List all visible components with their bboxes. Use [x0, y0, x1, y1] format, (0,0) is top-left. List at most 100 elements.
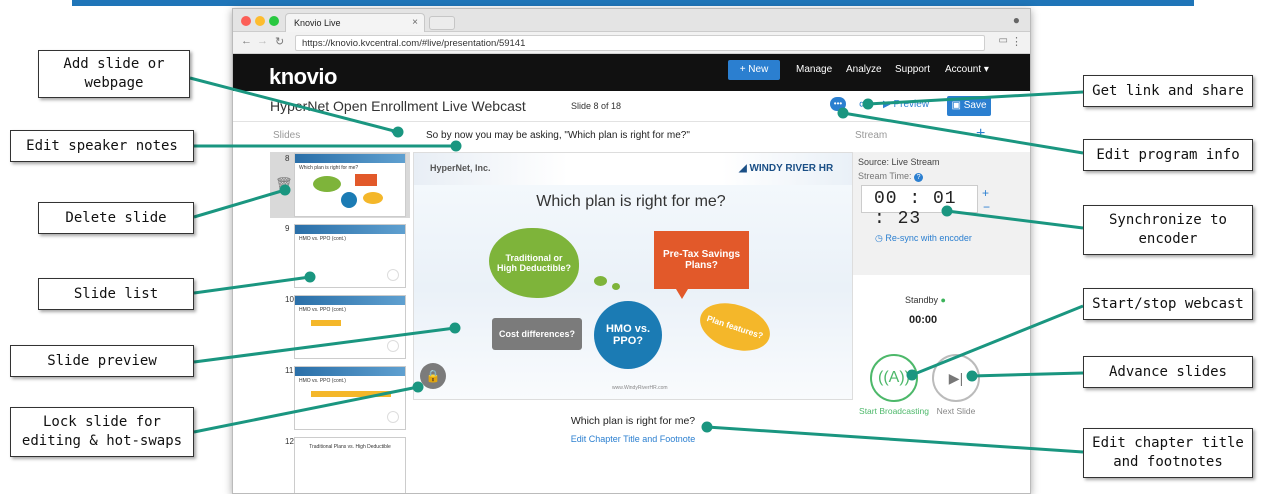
speaker-notes[interactable]: So by now you may be asking, "Which plan…: [426, 130, 690, 141]
thumb-header-bar: [295, 296, 405, 305]
browser-tab[interactable]: Knovio Live ×: [285, 13, 425, 32]
callout-add-slide: Add slide or webpage: [38, 50, 190, 98]
slide-thumb[interactable]: HMO vs. PPO (cont.): [294, 224, 406, 288]
thumb-highlight: [311, 320, 341, 326]
thumb-title: HMO vs. PPO (cont.): [299, 307, 346, 313]
link-icon[interactable]: ∞: [859, 96, 868, 111]
time-label-text: Stream Time:: [858, 171, 912, 181]
save-label: Save: [963, 100, 987, 111]
thumb-header-bar: [295, 367, 405, 376]
slide-list[interactable]: 🗑 8 Which plan is right for me? 9 HMO vs…: [270, 152, 410, 493]
thumb-number: 8: [285, 154, 290, 163]
new-button[interactable]: + New: [728, 60, 780, 80]
browser-window: Knovio Live × ● ← → ↻ https://knovio.kvc…: [232, 8, 1031, 494]
knovio-logo[interactable]: knovio: [269, 64, 337, 90]
slide-preview[interactable]: HyperNet, Inc. ◢ WINDY RIVER HR Which pl…: [413, 152, 853, 400]
cast-icon[interactable]: ▭: [999, 35, 1008, 46]
minimize-window-icon[interactable]: [255, 16, 265, 26]
zoom-window-icon[interactable]: [269, 16, 279, 26]
resync-link[interactable]: ◷ Re-sync with encoder: [875, 233, 972, 244]
slide-footer-url: www.WindyRiverHR.com: [612, 385, 668, 391]
thumb-circle: [387, 269, 399, 281]
thumb-number: 11: [285, 366, 294, 375]
callout-start-stop: Start/stop webcast: [1083, 288, 1253, 320]
nav-support[interactable]: Support: [895, 64, 930, 75]
standby-text: Standby: [905, 295, 939, 305]
slide-thumb[interactable]: HMO vs. PPO (cont.): [294, 295, 406, 359]
preview-button[interactable]: ▶ Preview: [883, 99, 929, 110]
brand-text: WINDY RIVER HR: [749, 163, 834, 174]
thumb-header-bar: [295, 154, 405, 163]
address-bar-row: ← → ↻ https://knovio.kvcentral.com/#live…: [233, 32, 1030, 54]
next-slide-button[interactable]: ▶|: [932, 354, 980, 402]
slide-company: HyperNet, Inc.: [430, 163, 491, 173]
browser-menu-icon[interactable]: ⋮: [1011, 35, 1022, 48]
callout-lock-slide: Lock slide for editing & hot-swaps: [10, 407, 194, 457]
next-slide-icon: ▶|: [948, 369, 964, 386]
slide-thumb[interactable]: HMO vs. PPO (cont.): [294, 366, 406, 430]
start-broadcasting-label: Start Broadcasting: [859, 406, 929, 416]
nav-account[interactable]: Account ▾: [945, 64, 989, 75]
callout-advance: Advance slides: [1083, 356, 1253, 388]
window-titlebar: Knovio Live × ●: [233, 9, 1030, 32]
url-input[interactable]: https://knovio.kvcentral.com/#live/prese…: [295, 35, 985, 51]
thumb-circle: [387, 411, 399, 423]
status-dot-icon: ●: [940, 295, 946, 305]
thumb-bubble: [341, 192, 357, 208]
url-text: https://knovio.kvcentral.com/#live/prese…: [302, 38, 526, 49]
slide-thumb[interactable]: Which plan is right for me?: [294, 153, 406, 217]
thumb-highlight: [311, 391, 391, 397]
back-icon[interactable]: ←: [241, 35, 252, 47]
chapter-title: Which plan is right for me?: [570, 415, 696, 427]
slides-label: Slides: [273, 130, 301, 141]
bubble-tail: [676, 289, 688, 299]
next-slide-label: Next Slide: [936, 406, 976, 416]
bubble-text: Cost differences?: [498, 329, 576, 339]
trash-icon[interactable]: 🗑: [275, 176, 293, 193]
lock-icon[interactable]: 🔒: [420, 363, 446, 389]
stream-label: Stream: [855, 130, 888, 141]
close-tab-icon[interactable]: ×: [412, 17, 418, 28]
annotated-screenshot: Knovio Live × ● ← → ↻ https://knovio.kvc…: [0, 0, 1266, 494]
bubble-traditional: Traditional or High Deductible?: [489, 228, 579, 298]
save-button[interactable]: ▣ Save: [947, 96, 991, 116]
edit-chapter-link[interactable]: Edit Chapter Title and Footnote: [413, 434, 853, 444]
standby-time: 00:00: [909, 314, 938, 326]
forward-icon[interactable]: →: [257, 35, 268, 47]
new-tab-button[interactable]: [429, 16, 455, 30]
stream-time-label: Stream Time: ?: [858, 171, 924, 182]
bubble-text: Traditional or High Deductible?: [497, 253, 571, 273]
callout-chapter-title: Edit chapter title and footnotes: [1083, 428, 1253, 478]
thumb-title: Traditional Plans vs. High Deductible: [309, 444, 391, 450]
thumb-bubble: [355, 174, 377, 186]
add-stream-icon[interactable]: +: [976, 125, 985, 143]
preview-label: Preview: [893, 99, 930, 110]
reload-icon[interactable]: ↻: [275, 35, 284, 48]
close-window-icon[interactable]: [241, 16, 251, 26]
stream-time-input[interactable]: 00 : 01 : 23: [861, 185, 978, 229]
thumb-title: HMO vs. PPO (cont.): [299, 236, 346, 242]
callout-slide-list: Slide list: [38, 278, 194, 310]
callout-slide-preview: Slide preview: [10, 345, 194, 377]
start-broadcasting-button[interactable]: ((A)): [870, 354, 918, 402]
callout-program-info: Edit program info: [1083, 139, 1253, 171]
profile-icon[interactable]: ●: [1013, 13, 1020, 27]
slide-thumb[interactable]: Traditional Plans vs. High Deductible: [294, 437, 406, 493]
thumb-title: Which plan is right for me?: [299, 165, 359, 171]
slide-counter: Slide 8 of 18: [571, 101, 622, 111]
time-increment-icon[interactable]: +: [982, 186, 989, 200]
bubble-text: Pre-Tax Savings Plans?: [662, 249, 741, 271]
help-icon[interactable]: ?: [914, 173, 924, 182]
app-navbar: knovio + New Manage Analyze Support Acco…: [233, 54, 1030, 91]
nav-manage[interactable]: Manage: [796, 64, 832, 75]
bubble-text: Plan features?: [705, 313, 765, 341]
thumb-bubble: [313, 176, 341, 192]
bubble-text: HMO vs. PPO?: [605, 323, 650, 347]
stream-panel: Source: Live Stream Stream Time: ? 00 : …: [853, 152, 1030, 275]
bubble-hmo: HMO vs. PPO?: [594, 301, 662, 369]
presentation-title[interactable]: HyperNet Open Enrollment Live Webcast: [270, 98, 526, 114]
program-info-icon[interactable]: •••: [830, 97, 846, 111]
add-slide-icon[interactable]: +: [391, 125, 400, 143]
time-decrement-icon[interactable]: −: [983, 200, 990, 214]
nav-analyze[interactable]: Analyze: [846, 64, 882, 75]
